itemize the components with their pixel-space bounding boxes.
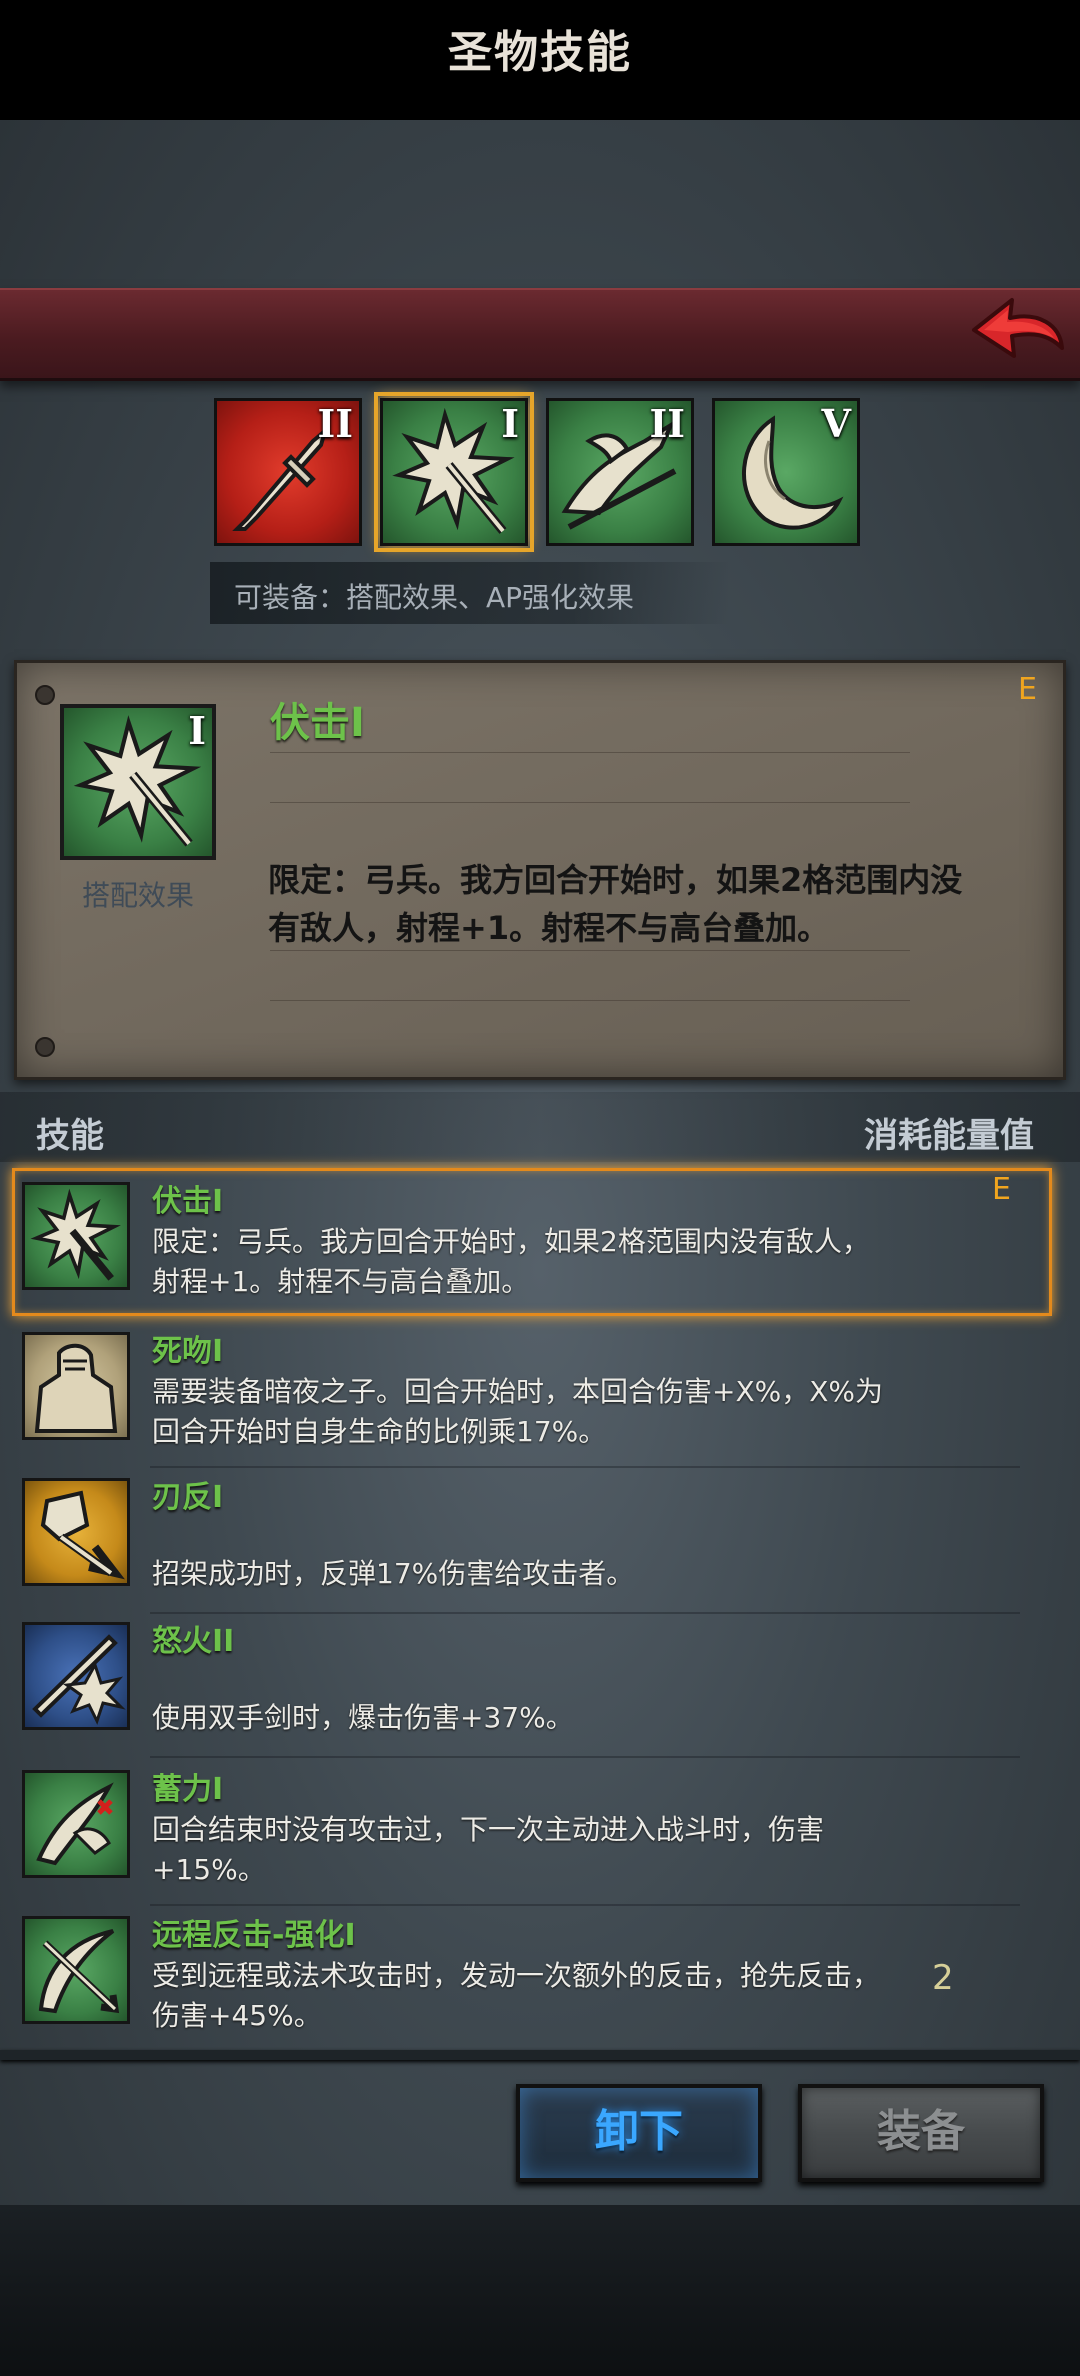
skill-icon xyxy=(22,1770,130,1878)
row-separator xyxy=(150,1756,1020,1758)
skill-description: 招架成功时，反弹17%伤害给攻击者。 xyxy=(152,1557,635,1590)
detail-skill-name: 伏击I xyxy=(270,700,365,746)
skill-name: 伏击I xyxy=(152,1184,224,1219)
skill-name: 刃反I xyxy=(152,1480,224,1515)
nail-decoration xyxy=(35,685,55,705)
shield-parry-icon xyxy=(40,1490,125,1580)
skill-icon xyxy=(22,1916,130,2024)
divider xyxy=(270,752,910,753)
page-title: 圣物技能 xyxy=(448,27,632,78)
cost-label: 消耗能量值 xyxy=(864,1116,1034,1156)
relic-grade: II xyxy=(317,401,353,446)
divider xyxy=(270,802,910,803)
bow-counter-icon xyxy=(38,1929,120,2014)
relic-slot-4[interactable]: V xyxy=(712,398,860,546)
skill-description: 回合结束时没有攻击过，下一次主动进入战斗时，伤害+15%。 xyxy=(152,1813,825,1886)
relic-grade: II xyxy=(649,401,685,446)
nail-decoration xyxy=(35,1037,55,1057)
unequip-button[interactable]: 卸下 xyxy=(516,2084,762,2182)
skill-icon xyxy=(22,1182,130,1290)
detail-grade: E xyxy=(1018,672,1037,707)
skill-cost: 2 xyxy=(932,1958,954,1998)
skill-icon xyxy=(22,1622,130,1730)
skill-description: 使用双手剑时，爆击伤害+37%。 xyxy=(152,1701,574,1734)
relic-grade: I xyxy=(501,401,519,446)
list-bottom-divider xyxy=(0,2050,1080,2060)
equip-button[interactable]: 装备 xyxy=(798,2084,1044,2182)
detail-icon: I xyxy=(60,704,216,860)
title-banner xyxy=(0,288,1080,381)
skill-row[interactable]: 伏击I E 限定：弓兵。我方回合开始时，如果2格范围内没有敌人，射程+1。射程不… xyxy=(0,1168,1080,1318)
divider xyxy=(270,1000,910,1001)
skill-row[interactable]: 刃反I 招架成功时，反弹17%伤害给攻击者。 xyxy=(0,1468,1080,1614)
charge-bird-icon xyxy=(36,1782,114,1866)
fury-sword-icon xyxy=(32,1634,126,1725)
skill-row[interactable]: 远程反击-强化I 2 受到远程或法术攻击时，发动一次额外的反击，抢先反击，伤害+… xyxy=(0,1906,1080,2052)
back-button[interactable] xyxy=(968,290,1068,370)
bottom-bar xyxy=(0,2205,1080,2376)
skill-grade: E xyxy=(992,1172,1011,1207)
armored-knight-icon xyxy=(34,1343,118,1433)
relic-grade: V xyxy=(821,401,851,446)
relic-slot-1[interactable]: II xyxy=(214,398,362,546)
skill-description: 受到远程或法术攻击时，发动一次额外的反击，抢先反击，伤害+45%。 xyxy=(152,1959,881,2032)
skill-row[interactable]: 蓄力I 回合结束时没有攻击过，下一次主动进入战斗时，伤害+15%。 xyxy=(0,1760,1080,1906)
relic-slot-2[interactable]: I xyxy=(374,392,534,552)
skill-row[interactable]: 死吻I 需要装备暗夜之子。回合开始时，本回合伤害+X%，X%为回合开始时自身生命… xyxy=(0,1322,1080,1468)
skills-label: 技能 xyxy=(36,1116,104,1156)
skill-name: 怒火II xyxy=(152,1624,235,1659)
skill-description: 需要装备暗夜之子。回合开始时，本回合伤害+X%，X%为回合开始时自身生命的比例乘… xyxy=(152,1375,884,1448)
skill-icon xyxy=(22,1478,130,1586)
skill-icon xyxy=(22,1332,130,1440)
spiked-arrow-icon xyxy=(30,1188,121,1281)
skill-name: 蓄力I xyxy=(152,1772,224,1807)
skill-description: 限定：弓兵。我方回合开始时，如果2格范围内没有敌人，射程+1。射程不与高台叠加。 xyxy=(152,1225,870,1298)
relic-slot-3[interactable]: II xyxy=(546,398,694,546)
skill-row[interactable]: 怒火II 使用双手剑时，爆击伤害+37%。 xyxy=(0,1612,1080,1758)
equip-hint: 可装备：搭配效果、AP强化效果 xyxy=(234,581,635,614)
detail-icon-label: 搭配效果 xyxy=(81,879,194,912)
detail-description: 限定：弓兵。我方回合开始时，如果2格范围内没有敌人，射程+1。射程不与高台叠加。 xyxy=(268,861,963,947)
detail-icon-grade: I xyxy=(188,708,206,753)
back-arrow-icon xyxy=(972,298,1064,358)
skill-name: 远程反击-强化I xyxy=(152,1918,356,1953)
skill-name: 死吻I xyxy=(152,1334,224,1369)
